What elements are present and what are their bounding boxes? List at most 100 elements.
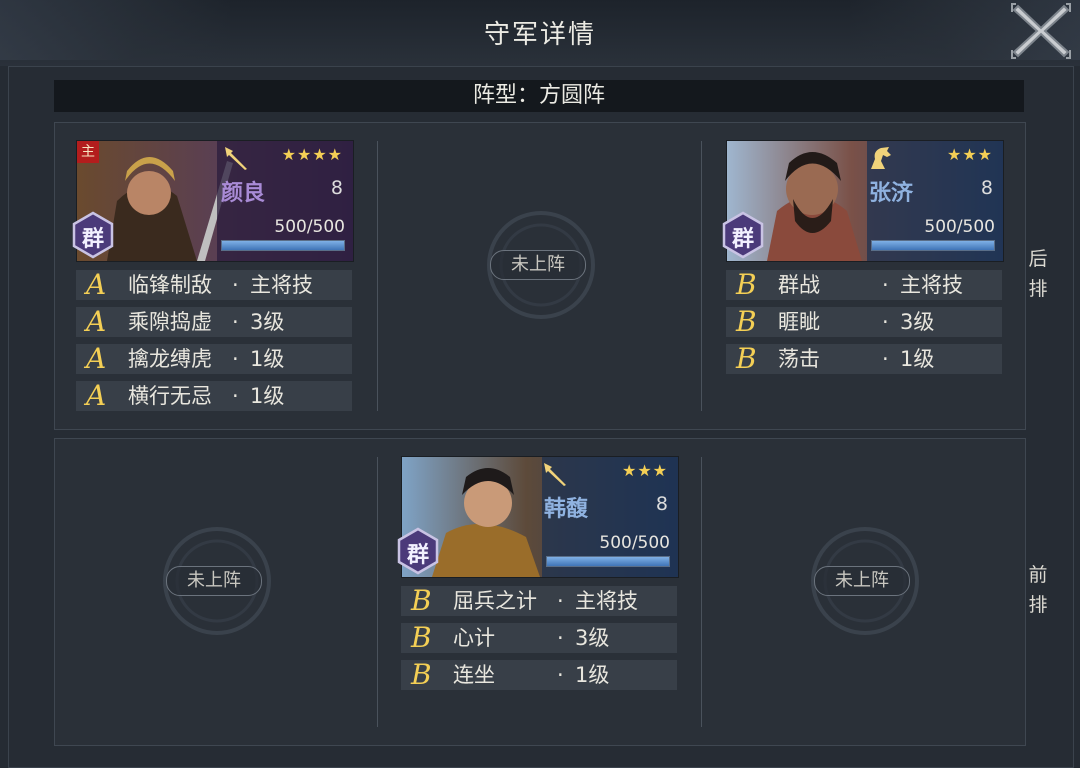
close-button[interactable] <box>1010 2 1072 60</box>
spear-icon <box>225 147 247 170</box>
troop-bar-fill <box>872 241 994 250</box>
skill-row[interactable]: A 乘隙捣虚 · 3级 <box>76 307 352 337</box>
skill-row[interactable]: B 睚眦 · 3级 <box>726 307 1002 337</box>
row-label-char: 后 <box>1028 248 1048 270</box>
empty-slot-label: 未上阵 <box>490 250 586 280</box>
skill-grade: B <box>411 621 432 654</box>
skill-level: 1级 <box>575 663 610 687</box>
troop-count: 500/500 <box>599 533 670 553</box>
faction-label: 群 <box>731 227 754 252</box>
general-name: 韩馥 <box>544 497 589 522</box>
skill-level: 1级 <box>900 347 935 371</box>
skill-row[interactable]: B 连坐 · 1级 <box>401 660 677 690</box>
horse-icon <box>871 147 891 169</box>
star-rating: ★★★ <box>946 145 993 164</box>
general-name: 颜良 <box>221 181 266 206</box>
skill-level: 主将技 <box>575 589 638 613</box>
skill-separator: · <box>232 310 239 334</box>
skill-name: 群战 <box>778 273 820 297</box>
faction-badge: 群 <box>721 211 765 259</box>
general-card[interactable]: ★★★ 韩馥 8 500/500 群 <box>397 456 679 578</box>
skill-grade: B <box>736 268 757 301</box>
skill-grade: A <box>86 268 107 301</box>
skill-level: 3级 <box>250 310 285 334</box>
skill-row[interactable]: A 横行无忌 · 1级 <box>76 381 352 411</box>
skill-name: 屈兵之计 <box>453 589 537 613</box>
general-name: 张济 <box>869 181 914 206</box>
skill-separator: · <box>882 273 889 297</box>
skill-name: 心计 <box>453 626 495 650</box>
skill-name: 连坐 <box>453 663 495 687</box>
troop-count: 500/500 <box>274 217 345 237</box>
skill-separator: · <box>232 273 239 297</box>
skill-name: 临锋制敌 <box>128 273 212 297</box>
page-title: 守军详情 <box>483 20 596 50</box>
skill-row[interactable]: B 心计 · 3级 <box>401 623 677 653</box>
column-divider <box>377 457 378 727</box>
title-bar: 守军详情 <box>0 0 1080 66</box>
skill-level: 1级 <box>250 384 285 408</box>
row-label-char: 排 <box>1028 278 1048 300</box>
skill-grade: A <box>86 379 107 412</box>
column-divider <box>377 141 378 411</box>
empty-slot[interactable]: 未上阵 <box>486 210 596 320</box>
empty-slot[interactable]: 未上阵 <box>810 526 920 636</box>
troop-bar-fill <box>222 241 344 250</box>
troop-bar <box>546 556 670 567</box>
skill-separator: · <box>882 310 889 334</box>
empty-slot-label: 未上阵 <box>814 566 910 596</box>
skill-row[interactable]: B 荡击 · 1级 <box>726 344 1002 374</box>
skill-name: 乘隙捣虚 <box>128 310 212 334</box>
general-level: 8 <box>980 177 993 199</box>
row-label-front: 前 排 <box>1024 560 1052 620</box>
general-card[interactable]: ★★★ 张济 8 500/500 群 <box>722 140 1004 262</box>
faction-badge: 群 <box>396 527 440 575</box>
skill-row[interactable]: A 擒龙缚虎 · 1级 <box>76 344 352 374</box>
close-icon <box>1011 3 1071 59</box>
skill-level: 主将技 <box>900 273 963 297</box>
faction-badge: 群 <box>71 211 115 259</box>
skill-name: 横行无忌 <box>128 384 212 408</box>
skill-row[interactable]: B 群战 · 主将技 <box>726 270 1002 300</box>
skill-separator: · <box>232 347 239 371</box>
skill-level: 1级 <box>250 347 285 371</box>
column-divider <box>701 457 702 727</box>
skill-separator: · <box>232 384 239 408</box>
formation-banner: 阵型：方圆阵 <box>54 80 1024 112</box>
star-rating: ★★★ <box>621 461 668 480</box>
skill-grade: A <box>86 305 107 338</box>
skill-separator: · <box>882 347 889 371</box>
general-card[interactable]: 主 ★★★★ 颜良 8 500/500 群 <box>72 140 354 262</box>
skill-row[interactable]: A 临锋制敌 · 主将技 <box>76 270 352 300</box>
empty-slot[interactable]: 未上阵 <box>162 526 272 636</box>
column-divider <box>701 141 702 411</box>
empty-slot-label: 未上阵 <box>166 566 262 596</box>
faction-label: 群 <box>406 543 429 568</box>
skill-grade: B <box>736 342 757 375</box>
row-label-back: 后 排 <box>1024 244 1052 304</box>
row-label-char: 排 <box>1028 594 1048 616</box>
skill-level: 主将技 <box>250 273 313 297</box>
faction-label: 群 <box>81 227 104 252</box>
troop-bar <box>871 240 995 251</box>
skill-grade: A <box>86 342 107 375</box>
skill-separator: · <box>557 589 564 613</box>
skill-level: 3级 <box>900 310 935 334</box>
row-label-char: 前 <box>1028 564 1048 586</box>
main-general-badge: 主 <box>77 141 99 163</box>
skill-grade: B <box>736 305 757 338</box>
general-level: 8 <box>655 493 668 515</box>
skill-separator: · <box>557 663 564 687</box>
skill-separator: · <box>557 626 564 650</box>
skill-grade: B <box>411 658 432 691</box>
skill-name: 荡击 <box>778 347 820 371</box>
skill-row[interactable]: B 屈兵之计 · 主将技 <box>401 586 677 616</box>
general-level: 8 <box>330 177 343 199</box>
skill-name: 睚眦 <box>778 310 820 334</box>
troop-bar <box>221 240 345 251</box>
skill-grade: B <box>411 584 432 617</box>
skill-level: 3级 <box>575 626 610 650</box>
troop-bar-fill <box>547 557 669 566</box>
troop-count: 500/500 <box>924 217 995 237</box>
spear-icon <box>544 463 566 486</box>
